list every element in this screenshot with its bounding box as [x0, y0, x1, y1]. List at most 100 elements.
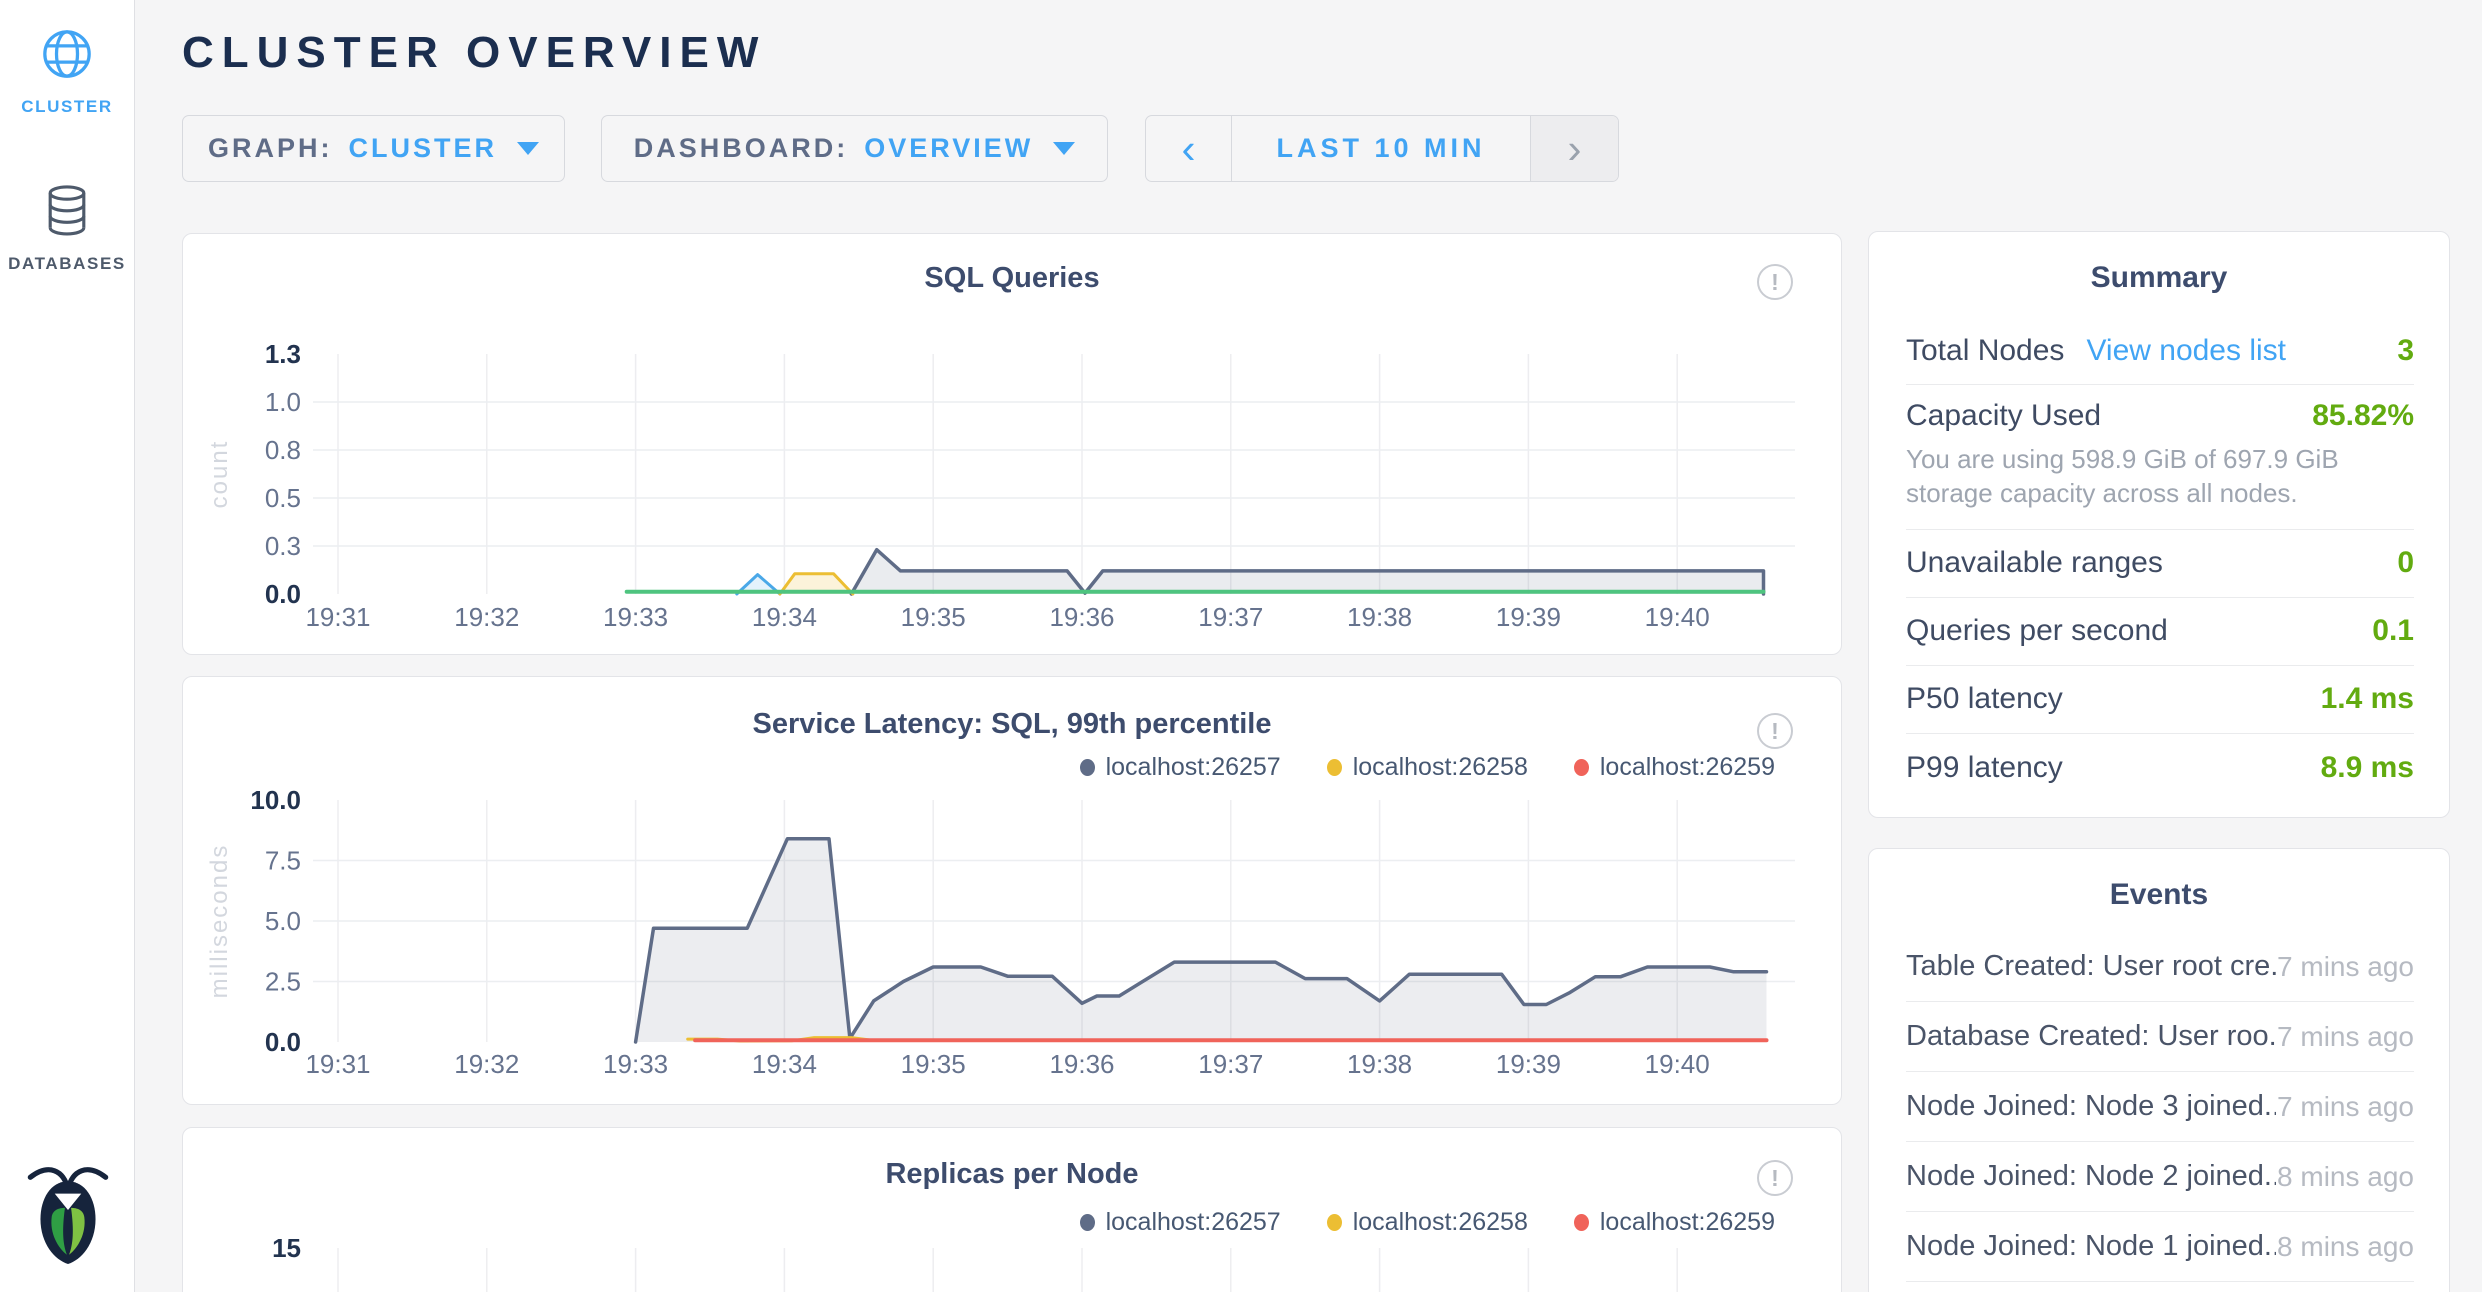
event-time: 7 mins ago	[2277, 951, 2414, 983]
event-title: Node Joined: Node 3 joined...	[1906, 1090, 2276, 1123]
svg-text:19:34: 19:34	[752, 1049, 817, 1079]
svg-text:19:33: 19:33	[603, 602, 668, 632]
svg-text:19:36: 19:36	[1049, 602, 1114, 632]
svg-text:15: 15	[272, 1233, 301, 1263]
svg-text:19:37: 19:37	[1198, 1049, 1263, 1079]
summary-row-total-nodes: Total Nodes View nodes list 3	[1906, 317, 2414, 385]
time-window-selector: ‹ LAST 10 MIN ›	[1145, 115, 1619, 182]
event-time: 8 mins ago	[2277, 1161, 2414, 1193]
chart-legend: localhost:26257 localhost:26258 localhos…	[1080, 1208, 1775, 1237]
legend-dot	[1080, 1214, 1095, 1231]
time-window-next-button[interactable]: ›	[1530, 116, 1618, 181]
time-window-prev-button[interactable]: ‹	[1146, 116, 1232, 181]
svg-text:19:33: 19:33	[603, 1049, 668, 1079]
event-title: Table Created: User root cre...	[1906, 950, 2276, 983]
summary-row-capacity: Capacity Used 85.82% You are using 598.9…	[1906, 385, 2414, 530]
sidebar-item-cluster[interactable]: CLUSTER	[0, 26, 134, 117]
svg-text:19:34: 19:34	[752, 602, 817, 632]
legend-dot	[1327, 1214, 1342, 1231]
info-icon[interactable]: !	[1757, 1160, 1793, 1196]
svg-text:2.5: 2.5	[265, 967, 301, 997]
svg-text:0.0: 0.0	[265, 579, 301, 609]
event-row[interactable]: Node Joined: Node 2 joined... 8 mins ago	[1906, 1142, 2414, 1212]
svg-text:19:31: 19:31	[305, 1049, 370, 1079]
legend-dot	[1080, 759, 1095, 776]
event-title: Node Joined: Node 2 joined...	[1906, 1160, 2276, 1193]
view-nodes-list-link[interactable]: View nodes list	[2086, 334, 2286, 368]
svg-text:19:39: 19:39	[1496, 1049, 1561, 1079]
svg-text:7.5: 7.5	[265, 846, 301, 876]
sql-queries-chart: 19:3119:3219:3319:3419:3519:3619:3719:38…	[183, 234, 1843, 656]
svg-text:19:40: 19:40	[1645, 602, 1710, 632]
page-title: CLUSTER OVERVIEW	[182, 28, 766, 78]
event-time: 8 mins ago	[2277, 1231, 2414, 1263]
svg-text:19:38: 19:38	[1347, 602, 1412, 632]
graph-selector-value: CLUSTER	[349, 133, 498, 164]
chart-title: Service Latency: SQL, 99th percentile	[183, 708, 1841, 741]
chevron-down-icon	[517, 142, 539, 155]
events-panel: Events Table Created: User root cre... 7…	[1868, 848, 2450, 1292]
event-time: 7 mins ago	[2277, 1091, 2414, 1123]
summary-label: Unavailable ranges	[1906, 546, 2163, 580]
dashboard-selector-label: DASHBOARD:	[634, 133, 849, 164]
svg-text:10.0: 10.0	[250, 785, 301, 815]
svg-text:0.5: 0.5	[265, 483, 301, 513]
chart-title: SQL Queries	[183, 262, 1841, 295]
svg-text:milliseconds: milliseconds	[206, 844, 233, 999]
replicas-per-node-panel: 19:3119:3219:3319:3419:3519:3619:3719:38…	[182, 1127, 1842, 1292]
chevron-down-icon	[1053, 142, 1075, 155]
legend-item: localhost:26258	[1327, 753, 1528, 782]
svg-text:19:39: 19:39	[1496, 602, 1561, 632]
summary-panel: Summary Total Nodes View nodes list 3 Ca…	[1868, 231, 2450, 818]
summary-value: 8.9 ms	[2321, 751, 2414, 785]
summary-label: P50 latency	[1906, 682, 2063, 716]
event-row[interactable]: Node Joined: Node 3 joined... 7 mins ago	[1906, 1072, 2414, 1142]
svg-text:19:31: 19:31	[305, 602, 370, 632]
legend-item: localhost:26258	[1327, 1208, 1528, 1237]
info-icon[interactable]: !	[1757, 264, 1793, 300]
sql-queries-panel: 19:3119:3219:3319:3419:3519:3619:3719:38…	[182, 233, 1842, 655]
summary-row-p99: P99 latency 8.9 ms	[1906, 734, 2414, 802]
time-window-label[interactable]: LAST 10 MIN	[1232, 116, 1530, 181]
events-title: Events	[1869, 849, 2449, 912]
svg-text:19:32: 19:32	[454, 602, 519, 632]
event-row[interactable]: Table Created: User root cre... 7 mins a…	[1906, 932, 2414, 1002]
controls-bar: GRAPH: CLUSTER DASHBOARD: OVERVIEW ‹ LAS…	[182, 115, 1619, 182]
legend-item: localhost:26259	[1574, 753, 1775, 782]
graph-selector-label: GRAPH:	[208, 133, 333, 164]
event-row[interactable]: Node Joined: Node 1 joined... 8 mins ago	[1906, 1212, 2414, 1282]
summary-value: 85.82%	[2312, 399, 2414, 433]
legend-item: localhost:26257	[1080, 753, 1281, 782]
legend-dot	[1574, 759, 1589, 776]
sidebar: CLUSTER DATABASES	[0, 0, 135, 1292]
svg-text:19:35: 19:35	[901, 1049, 966, 1079]
legend-dot	[1327, 759, 1342, 776]
sidebar-item-databases[interactable]: DATABASES	[0, 183, 134, 274]
event-title: Node Joined: Node 1 joined...	[1906, 1230, 2276, 1263]
summary-title: Summary	[1869, 232, 2449, 295]
summary-label: P99 latency	[1906, 751, 2063, 785]
capacity-caption: You are using 598.9 GiB of 697.9 GiB sto…	[1906, 443, 2414, 511]
summary-row-qps: Queries per second 0.1	[1906, 598, 2414, 666]
cluster-overview-page: { "colors": { "accent_blue": "#41a4f4", …	[0, 0, 2482, 1292]
dashboard-selector-dropdown[interactable]: DASHBOARD: OVERVIEW	[601, 115, 1108, 182]
graph-selector-dropdown[interactable]: GRAPH: CLUSTER	[182, 115, 565, 182]
svg-text:19:40: 19:40	[1645, 1049, 1710, 1079]
database-icon	[40, 226, 94, 243]
event-row[interactable]: Database Created: User roo... 7 mins ago	[1906, 1002, 2414, 1072]
summary-row-unavailable-ranges: Unavailable ranges 0	[1906, 530, 2414, 598]
service-latency-panel: 19:3119:3219:3319:3419:3519:3619:3719:38…	[182, 676, 1842, 1105]
svg-text:0.0: 0.0	[265, 1027, 301, 1057]
summary-value: 3	[2397, 334, 2414, 368]
info-icon[interactable]: !	[1757, 713, 1793, 749]
summary-label: Queries per second	[1906, 614, 2168, 648]
svg-text:19:35: 19:35	[901, 602, 966, 632]
summary-label: Total Nodes	[1906, 334, 2064, 368]
legend-dot	[1574, 1214, 1589, 1231]
sidebar-item-label: CLUSTER	[0, 97, 134, 117]
svg-text:1.3: 1.3	[265, 339, 301, 369]
summary-value: 0	[2397, 546, 2414, 580]
summary-row-p50: P50 latency 1.4 ms	[1906, 666, 2414, 734]
svg-text:0.3: 0.3	[265, 531, 301, 561]
summary-label: Capacity Used	[1906, 399, 2101, 433]
